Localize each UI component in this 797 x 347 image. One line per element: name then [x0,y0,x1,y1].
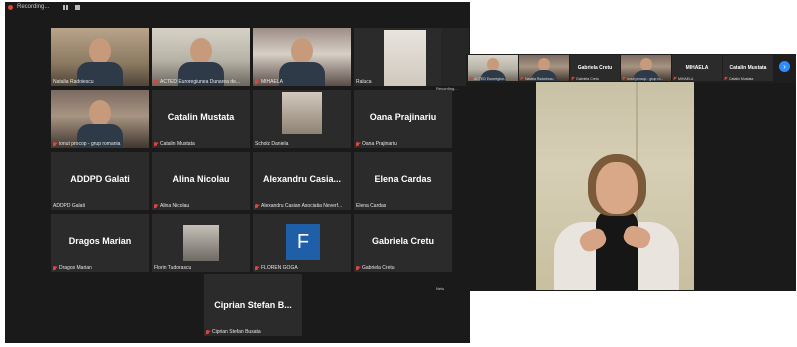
participant-label: ACTED Euroregiun... [469,76,507,81]
participant-label: Catalin Mustata [154,141,248,147]
participant-photo [282,92,322,134]
participant-tile[interactable]: Catalin Mustata Catalin Mustata [152,90,250,148]
participant-tile[interactable]: Dragos Marian Dragos Marian [51,214,149,272]
muted-mic-icon [520,76,524,81]
participant-name: Dragos Marian [68,236,132,246]
muted-mic-icon [255,203,259,209]
participant-name: Gabriela Cretu [577,65,613,71]
participant-tile[interactable]: ACTED Euroregiunea Dunarea de... [152,28,250,86]
muted-mic-icon [154,141,158,147]
muted-mic-icon [255,265,259,271]
muted-mic-icon [53,141,57,147]
muted-mic-icon [255,79,259,85]
speaker-window: ACTED Euroregiun... Natalia Radoiescu Gab… [466,54,796,291]
participant-grid: Natalia Radoiescu ACTED Euroregiunea Dun… [51,28,452,272]
participant-tile[interactable]: Natalia Radoiescu [51,28,149,86]
participant-name: Catalin Mustata [729,65,767,71]
muted-mic-icon [622,76,626,81]
participant-photo [183,225,219,261]
record-dot-icon [8,4,13,10]
participant-label: Oana Prajinariu [356,141,450,147]
participant-name: Elena Cardas [374,174,432,184]
participant-video [51,28,149,86]
recording-indicator[interactable]: Recording... [8,4,81,10]
stop-recording-icon[interactable] [75,4,81,10]
muted-mic-icon [53,265,57,271]
participant-name: Gabriela Cretu [371,236,435,246]
muted-mic-icon [724,76,728,81]
muted-mic-icon [356,265,360,271]
participant-strip: ACTED Euroregiun... Natalia Radoiescu Gab… [466,54,796,83]
strip-participant-tile[interactable]: Natalia Radoiescu [519,55,569,81]
participant-tile[interactable]: Alexandru Casia... Alexandru Casian Asoc… [253,152,351,210]
participant-video [152,28,250,86]
participant-label: Florin Tudorascu [154,265,192,271]
participant-avatar: F [286,224,320,260]
participant-tile[interactable]: Elena Cardas Elena Cardas [354,152,452,210]
muted-mic-icon [154,203,158,209]
participant-video [253,28,351,86]
pause-recording-icon[interactable] [63,4,69,10]
strip-participant-tile[interactable]: MIHAELA MIHAELA [672,55,722,81]
participant-name: Alexandru Casia... [262,174,342,184]
overflow-recording-label: Recording... [436,86,458,91]
participant-label: Gabriela Cretu [571,76,599,81]
participant-tile[interactable]: Raluca [354,28,452,86]
participant-tile[interactable]: ADDPD Galati ADDPD Galati [51,152,149,210]
muted-mic-icon [206,329,210,335]
participant-tile[interactable]: Alina Nicolau Alina Nicolau [152,152,250,210]
participant-tile[interactable]: Florin Tudorascu [152,214,250,272]
muted-mic-icon [154,79,158,85]
participant-label: Scholz Daniela [255,141,289,147]
strip-participant-tile[interactable]: ACTED Euroregiun... [468,55,518,81]
muted-mic-icon [673,76,677,81]
participant-label: Dragos Marian [53,265,147,271]
recording-label: Recording... [17,4,50,10]
participant-label: Natalia Radoiescu [53,79,94,85]
participant-name: ADDPD Galati [70,174,130,184]
muted-mic-icon [469,76,473,81]
participant-video [51,90,149,148]
participant-tile[interactable]: Ciprian Stefan B... Ciprian Stefan Busat… [204,274,302,336]
participant-label: ACTED Euroregiunea Dunarea de... [154,79,248,85]
participant-tile[interactable]: Scholz Daniela [253,90,351,148]
participant-label: Elena Cardas [356,203,387,209]
participant-label: FLOREN GOGA [255,265,349,271]
participant-name: Ciprian Stefan B... [214,300,292,310]
participant-name: Oana Prajinariu [369,112,437,122]
participant-tile[interactable]: F FLOREN GOGA [253,214,351,272]
participant-label: Raluca [356,79,372,85]
participant-photo [384,30,426,86]
strip-participant-tile[interactable]: Gabriela Cretu Gabriela Cretu [570,55,620,81]
participant-label: Natalia Radoiescu [520,76,553,81]
grid-overflow-panel [441,28,469,86]
participant-label: MIHAELA [673,76,693,81]
participant-tile[interactable]: MIHAELA [253,28,351,86]
participant-label: Catalin Mustata [724,76,753,81]
muted-mic-icon [571,76,575,81]
participant-label: ADDPD Galati [53,203,85,209]
participant-label: MIHAELA [255,79,349,85]
participant-label: Ciprian Stefan Busata [206,329,261,335]
participant-tile[interactable]: Gabriela Cretu Gabriela Cretu [354,214,452,272]
participant-label: Alexandru Casian Asociatia Neverf... [255,203,349,209]
next-page-button[interactable]: › [779,61,790,72]
strip-participant-tile[interactable]: Catalin Mustata Catalin Mustata [723,55,773,81]
participant-label: ionut procop - grup ro... [622,76,663,81]
participant-label: Gabriela Cretu [356,265,450,271]
overflow-participant-label: Nelu [436,286,445,291]
strip-participant-tile[interactable]: ionut procop - grup ro... [621,55,671,81]
participant-label: Alina Nicolau [154,203,248,209]
participant-name: Catalin Mustata [167,112,235,122]
participant-tile[interactable]: Oana Prajinariu Oana Prajinariu [354,90,452,148]
participant-label: ionut procop - grup romania [53,141,147,147]
participant-name: MIHAELA [685,65,709,71]
muted-mic-icon [356,141,360,147]
participant-tile[interactable]: ionut procop - grup romania [51,90,149,148]
participant-name: Alina Nicolau [172,174,230,184]
active-speaker-video [536,82,694,290]
gallery-window: Recording... Natalia Radoiescu ACTED Eur… [5,2,470,343]
